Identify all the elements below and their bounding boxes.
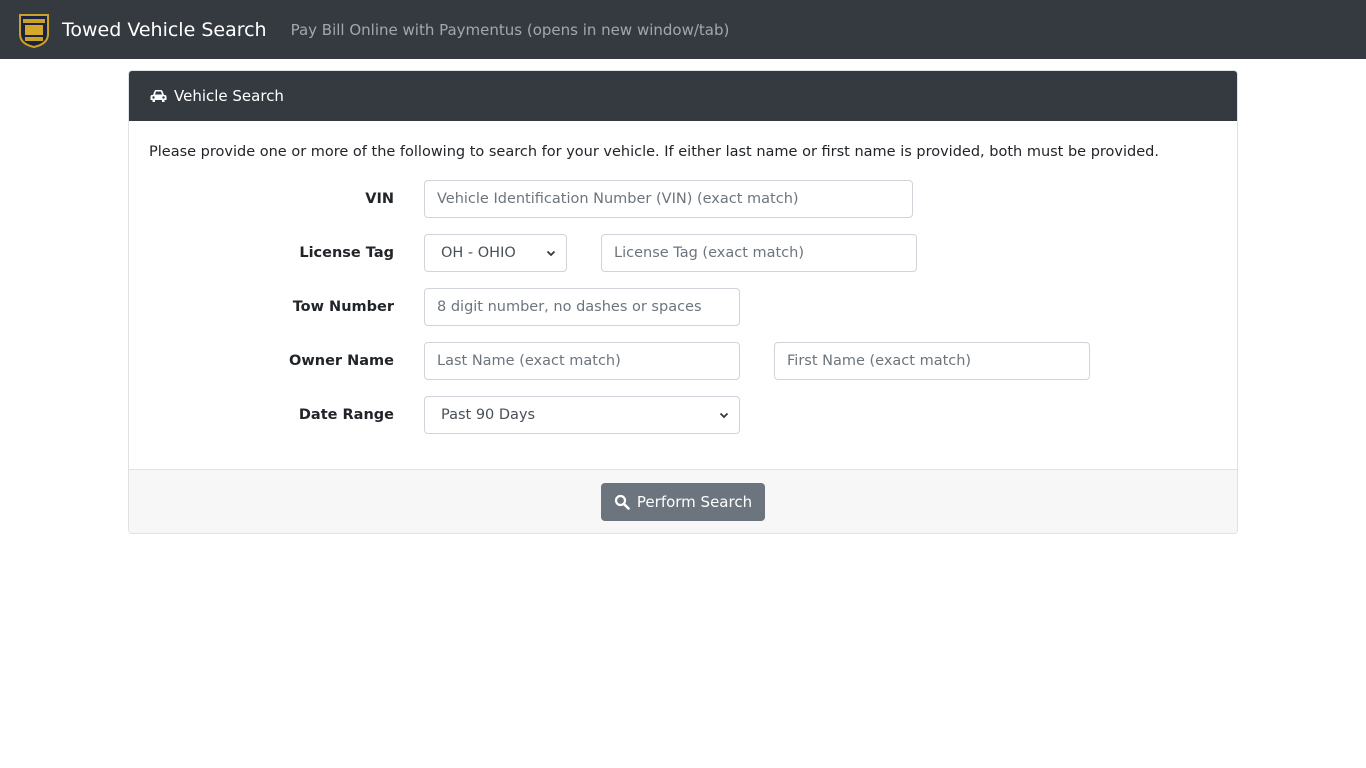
- state-select[interactable]: OH - OHIO: [424, 234, 567, 272]
- search-icon: [614, 494, 630, 510]
- perform-search-button[interactable]: Perform Search: [600, 482, 766, 521]
- instructions-text: Please provide one or more of the follow…: [149, 144, 1159, 160]
- top-navbar: Towed Vehicle Search Pay Bill Online wit…: [0, 0, 1366, 59]
- state-select-value: OH - OHIO: [441, 245, 516, 261]
- vin-input[interactable]: [424, 180, 913, 218]
- tow-number-label: Tow Number: [292, 299, 394, 315]
- police-badge-icon: [19, 13, 49, 48]
- license-tag-input[interactable]: [601, 234, 917, 272]
- card-title: Vehicle Search: [174, 87, 284, 105]
- vin-label: VIN: [365, 191, 394, 207]
- date-range-value: Past 90 Days: [441, 407, 536, 423]
- chevron-down-icon: [546, 250, 556, 257]
- date-range-select[interactable]: Past 90 Days: [424, 396, 740, 434]
- paymentus-link[interactable]: Pay Bill Online with Paymentus (opens in…: [291, 21, 730, 39]
- last-name-input[interactable]: [424, 342, 740, 380]
- vehicle-search-card: Vehicle Search Please provide one or mor…: [128, 70, 1238, 534]
- tow-number-input[interactable]: [424, 288, 740, 326]
- brand-title[interactable]: Towed Vehicle Search: [62, 19, 267, 41]
- card-footer: Perform Search: [129, 469, 1237, 533]
- card-header: Vehicle Search: [129, 71, 1237, 121]
- perform-search-label: Perform Search: [636, 492, 753, 511]
- search-form: Please provide one or more of the follow…: [129, 121, 1237, 471]
- license-tag-label: License Tag: [299, 245, 394, 261]
- owner-name-label: Owner Name: [289, 353, 394, 369]
- date-range-label: Date Range: [298, 407, 394, 423]
- chevron-down-icon: [719, 412, 729, 419]
- first-name-input[interactable]: [774, 342, 1090, 380]
- car-icon: [150, 90, 167, 102]
